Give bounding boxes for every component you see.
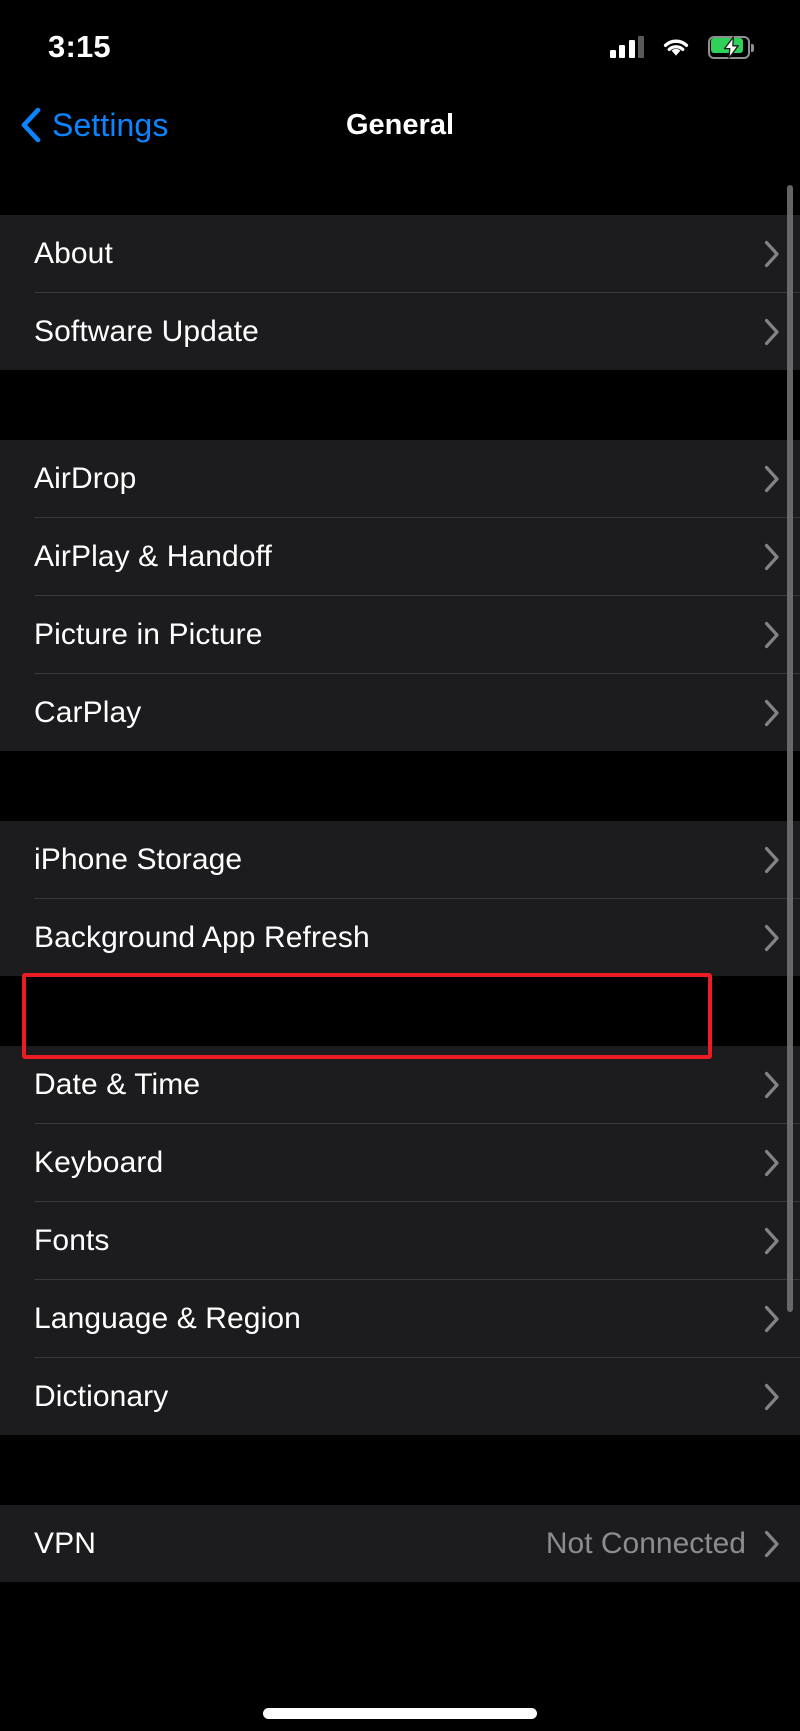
- cellular-signal-icon: [609, 36, 644, 58]
- settings-section: VPN Not Connected: [0, 1505, 800, 1582]
- chevron-right-icon: [764, 318, 779, 345]
- chevron-right-icon: [764, 465, 779, 492]
- settings-row[interactable]: Software Update: [0, 293, 800, 370]
- chevron-right-icon: [764, 1227, 779, 1254]
- settings-row[interactable]: iPhone Storage: [0, 821, 800, 898]
- settings-list[interactable]: About Software Update AirDrop AirPlay & Han…: [0, 162, 800, 1582]
- settings-row[interactable]: AirPlay & Handoff: [0, 518, 800, 595]
- settings-row-label: iPhone Storage: [34, 842, 243, 876]
- section-gap: [0, 976, 800, 1046]
- settings-row[interactable]: Picture in Picture: [0, 596, 800, 673]
- settings-row-label: AirDrop: [34, 461, 137, 495]
- chevron-right-icon: [764, 621, 779, 648]
- settings-row[interactable]: Language & Region: [0, 1280, 800, 1357]
- settings-section: About Software Update: [0, 215, 800, 370]
- status-bar-time: 3:15: [48, 29, 111, 64]
- settings-row[interactable]: Fonts: [0, 1202, 800, 1279]
- chevron-right-icon: [764, 1071, 779, 1098]
- home-indicator: [263, 1708, 537, 1719]
- battery-charging-icon: [708, 35, 754, 59]
- settings-row-label: About: [34, 236, 113, 270]
- chevron-right-icon: [764, 699, 779, 726]
- settings-row-label: CarPlay: [34, 695, 142, 729]
- settings-row-label: Language & Region: [34, 1301, 301, 1335]
- iphone-settings-general-screen: 3:15 Settings General About Software Upd…: [0, 0, 800, 1731]
- section-gap: [0, 370, 800, 440]
- chevron-right-icon: [764, 1530, 779, 1557]
- chevron-right-icon: [764, 543, 779, 570]
- vertical-scrollbar[interactable]: [787, 185, 793, 1312]
- navigation-bar: Settings General: [0, 88, 800, 162]
- settings-row-label: Dictionary: [34, 1379, 169, 1413]
- chevron-left-icon: [21, 107, 41, 143]
- settings-row-label: Keyboard: [34, 1145, 164, 1179]
- settings-row[interactable]: About: [0, 215, 800, 292]
- settings-row[interactable]: VPN Not Connected: [0, 1505, 800, 1582]
- status-bar-indicators: [609, 35, 754, 59]
- settings-row-label: AirPlay & Handoff: [34, 539, 272, 573]
- chevron-right-icon: [764, 1383, 779, 1410]
- settings-row[interactable]: Date & Time: [0, 1046, 800, 1123]
- settings-row-label: VPN: [34, 1526, 96, 1560]
- settings-row[interactable]: Background App Refresh: [0, 899, 800, 976]
- settings-row-value: Not Connected: [545, 1526, 746, 1560]
- settings-row-label: Fonts: [34, 1223, 110, 1257]
- chevron-right-icon: [764, 846, 779, 873]
- settings-row[interactable]: Dictionary: [0, 1358, 800, 1435]
- settings-row-label: Software Update: [34, 314, 259, 348]
- chevron-right-icon: [764, 1149, 779, 1176]
- back-button[interactable]: Settings: [0, 107, 168, 144]
- chevron-right-icon: [764, 240, 779, 267]
- chevron-right-icon: [764, 1305, 779, 1332]
- settings-section: iPhone Storage Background App Refresh: [0, 821, 800, 976]
- settings-row-label: Picture in Picture: [34, 617, 263, 651]
- settings-section: Date & Time Keyboard Fonts Language & Regio…: [0, 1046, 800, 1435]
- section-gap: [0, 751, 800, 821]
- section-gap: [0, 162, 800, 215]
- settings-section: AirDrop AirPlay & Handoff Picture in Pictu…: [0, 440, 800, 751]
- settings-row-label: Background App Refresh: [34, 920, 370, 954]
- settings-row[interactable]: AirDrop: [0, 440, 800, 517]
- status-bar: 3:15: [0, 0, 800, 88]
- back-button-label: Settings: [52, 106, 169, 143]
- chevron-right-icon: [764, 924, 779, 951]
- charging-bolt-icon: [723, 35, 739, 59]
- section-gap: [0, 1435, 800, 1505]
- settings-row[interactable]: CarPlay: [0, 674, 800, 751]
- wifi-icon: [663, 39, 689, 56]
- settings-row[interactable]: Keyboard: [0, 1124, 800, 1201]
- settings-row-label: Date & Time: [34, 1067, 201, 1101]
